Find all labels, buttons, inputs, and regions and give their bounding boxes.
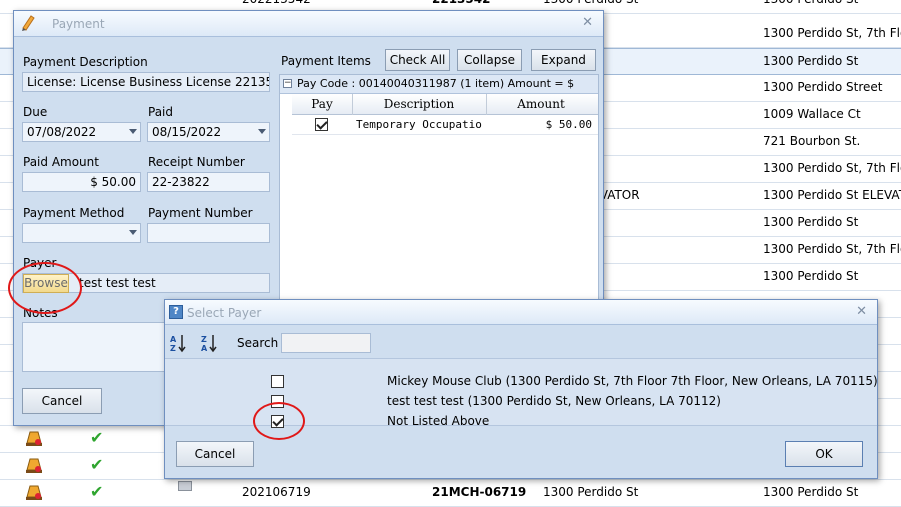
pay-code-group-header[interactable]: − Pay Code : 00140040311987 (1 item) Amo…	[280, 75, 598, 108]
due-date-value: 07/08/2022	[27, 125, 97, 139]
cone-icon	[26, 485, 42, 500]
payment-method-label: Payment Method	[23, 206, 125, 220]
payer-options-list: Mickey Mouse Club (1300 Perdido St, 7th …	[165, 358, 878, 428]
item-amount: $ 50.00	[545, 118, 592, 131]
paid-date-value: 08/15/2022	[152, 125, 222, 139]
paid-date-field[interactable]: 08/15/2022	[147, 122, 270, 142]
cell-addr1: 1300 Perdido St	[543, 485, 639, 499]
cell-addr1: 1300 Perdido St	[543, 0, 638, 6]
table-row[interactable]: 202106719 21MCH-06719 1300 Perdido St 1300 …	[0, 480, 901, 507]
cell-addr2: 1300 Perdido Street	[763, 80, 883, 94]
column-header-pay[interactable]: Pay	[292, 97, 352, 111]
cell-id: 202106719	[242, 485, 311, 499]
cancel-button[interactable]: Cancel	[22, 388, 102, 414]
sort-descending-icon[interactable]: Z A	[200, 333, 218, 353]
due-date-field[interactable]: 07/08/2022	[22, 122, 141, 142]
cell-addr2: 1300 Perdido St, 7th Flo	[763, 26, 901, 40]
payment-items-label: Payment Items	[281, 54, 371, 68]
collapse-group-icon[interactable]: −	[283, 79, 292, 88]
select-payer-title: Select Payer	[187, 306, 262, 320]
expand-button[interactable]: Expand	[531, 49, 596, 71]
select-payer-dialog: ? Select Payer ✕ A Z Z A Search Mickey M…	[164, 299, 878, 479]
cell-addr2: 1300 Perdido St ELEVAT	[763, 188, 901, 202]
search-input[interactable]	[281, 333, 371, 353]
payment-dialog-title: Payment	[52, 17, 105, 31]
checkmark-icon: ✔	[90, 455, 104, 474]
paid-label: Paid	[148, 105, 174, 119]
payer-cancel-button[interactable]: Cancel	[176, 441, 254, 467]
checkmark-icon: ✔	[90, 482, 104, 501]
paid-amount-label: Paid Amount	[23, 155, 99, 169]
payer-option-label[interactable]: Mickey Mouse Club (1300 Perdido St, 7th …	[387, 374, 878, 388]
ok-button[interactable]: OK	[785, 441, 863, 467]
cell-addr2: 1300 Perdido St, 7th Flo	[763, 161, 901, 175]
column-divider	[486, 94, 487, 115]
browse-button[interactable]: Browse	[23, 274, 69, 293]
cell-addr2: 1300 Perdido St	[763, 0, 858, 6]
column-header-description[interactable]: Description	[352, 97, 486, 111]
payment-number-label: Payment Number	[148, 206, 253, 220]
payer-value: test test test	[79, 276, 156, 290]
svg-text:A: A	[201, 344, 208, 353]
payment-number-field[interactable]	[147, 223, 270, 243]
svg-text:Z: Z	[170, 344, 176, 353]
pencil-icon	[22, 15, 35, 31]
payment-description-label: Payment Description	[23, 55, 148, 69]
paid-amount-field[interactable]: $ 50.00	[22, 172, 141, 192]
svg-text:Z: Z	[201, 335, 207, 344]
item-description: Temporary Occupatio	[356, 118, 482, 131]
question-icon: ?	[169, 305, 183, 319]
cell-addr2: 1300 Perdido St	[763, 54, 859, 68]
search-label: Search	[237, 336, 279, 350]
payment-method-select[interactable]	[22, 223, 141, 243]
table-row[interactable]: Temporary Occupatio $ 50.00	[292, 115, 598, 135]
payer-option-label[interactable]: test test test (1300 Perdido St, New Orl…	[387, 394, 721, 408]
cell-case: 21MCH-06719	[432, 485, 527, 499]
close-icon[interactable]: ✕	[582, 15, 593, 30]
check-all-button[interactable]: Check All	[385, 49, 450, 71]
payer-option-label[interactable]: Not Listed Above	[387, 414, 489, 428]
collapse-button[interactable]: Collapse	[457, 49, 522, 71]
chevron-down-icon[interactable]	[129, 129, 137, 134]
items-grid-header: Pay Description Amount	[292, 94, 598, 115]
cone-icon	[26, 458, 42, 473]
cell-case: 2213542	[432, 0, 490, 6]
checkmark-icon: ✔	[90, 428, 104, 447]
notes-label: Notes	[23, 306, 58, 320]
svg-text:A: A	[170, 335, 177, 344]
document-icon	[178, 481, 192, 491]
cone-icon	[26, 431, 42, 446]
payer-option-checkbox[interactable]	[271, 375, 284, 388]
close-icon[interactable]: ✕	[856, 304, 867, 319]
receipt-number-field[interactable]: 22-23822	[147, 172, 270, 192]
cell-addr2: 1300 Perdido St	[763, 269, 859, 283]
due-label: Due	[23, 105, 48, 119]
payment-description-field[interactable]: License: License Business License 221354…	[22, 72, 270, 92]
payment-dialog-titlebar[interactable]: Payment ✕	[14, 11, 603, 37]
cell-id: 202213542	[242, 0, 311, 6]
cell-addr2: 1300 Perdido St, 7th Flo	[763, 242, 901, 256]
select-payer-titlebar[interactable]: ? Select Payer ✕	[165, 300, 877, 325]
sort-ascending-icon[interactable]: A Z	[169, 333, 187, 353]
column-divider	[352, 94, 353, 115]
chevron-down-icon[interactable]	[258, 129, 266, 134]
payer-label: Payer	[23, 256, 57, 270]
cell-addr2: 721 Bourbon St.	[763, 134, 861, 148]
chevron-down-icon[interactable]	[129, 230, 137, 235]
cell-addr2: 1300 Perdido St	[763, 485, 859, 499]
receipt-number-label: Receipt Number	[148, 155, 245, 169]
cell-addr2: 1009 Wallace Ct	[763, 107, 861, 121]
notes-textarea[interactable]	[22, 322, 177, 372]
select-payer-body: A Z Z A Search Mickey Mouse Club (1300 P…	[165, 325, 878, 478]
column-header-amount[interactable]: Amount	[486, 97, 596, 111]
payer-option-checkbox[interactable]	[271, 395, 284, 408]
payer-option-checkbox[interactable]	[271, 415, 284, 428]
cell-addr2: 1300 Perdido St	[763, 215, 859, 229]
pay-item-checkbox[interactable]	[315, 118, 328, 131]
payment-items-grid: − Pay Code : 00140040311987 (1 item) Amo…	[279, 74, 599, 314]
